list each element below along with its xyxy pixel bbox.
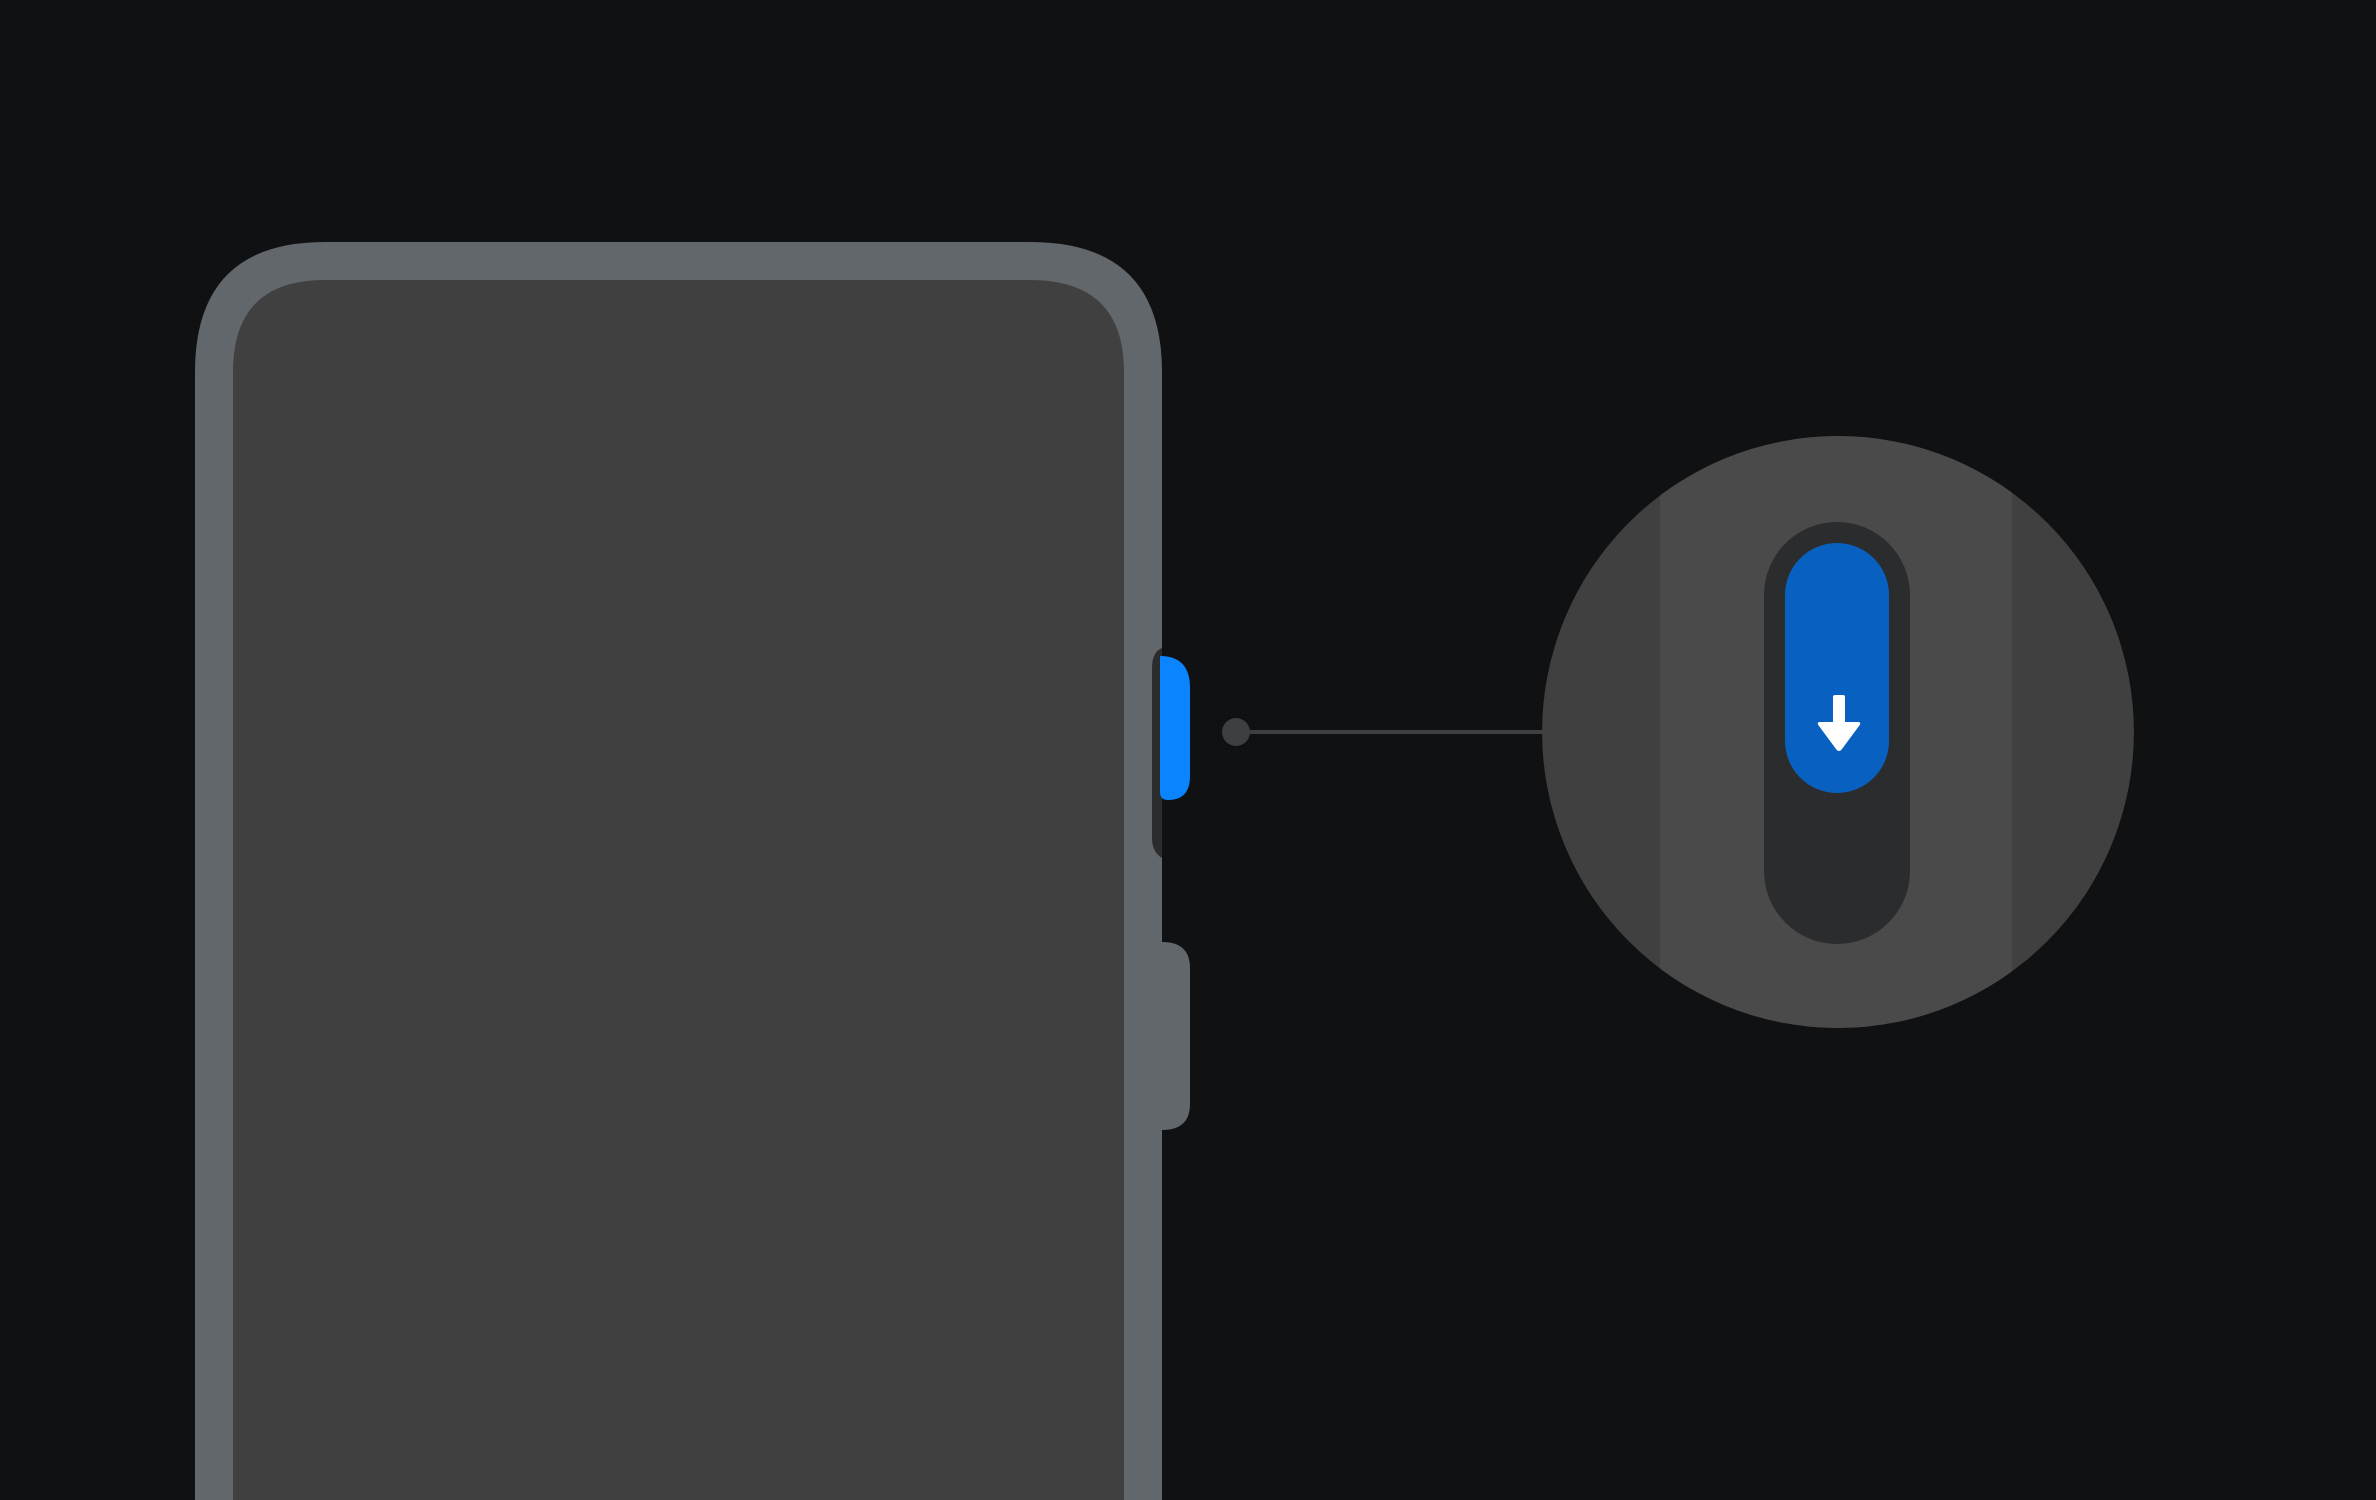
connector-dot (1222, 718, 1250, 746)
zoomed-switch-knob (1785, 543, 1889, 793)
illustration (0, 0, 2376, 1500)
volume-button (1162, 942, 1190, 1130)
magnifier (1542, 436, 2134, 1028)
phone-screen (233, 280, 1124, 1500)
illustration-canvas (195, 242, 2134, 1500)
action-button (1160, 656, 1190, 800)
